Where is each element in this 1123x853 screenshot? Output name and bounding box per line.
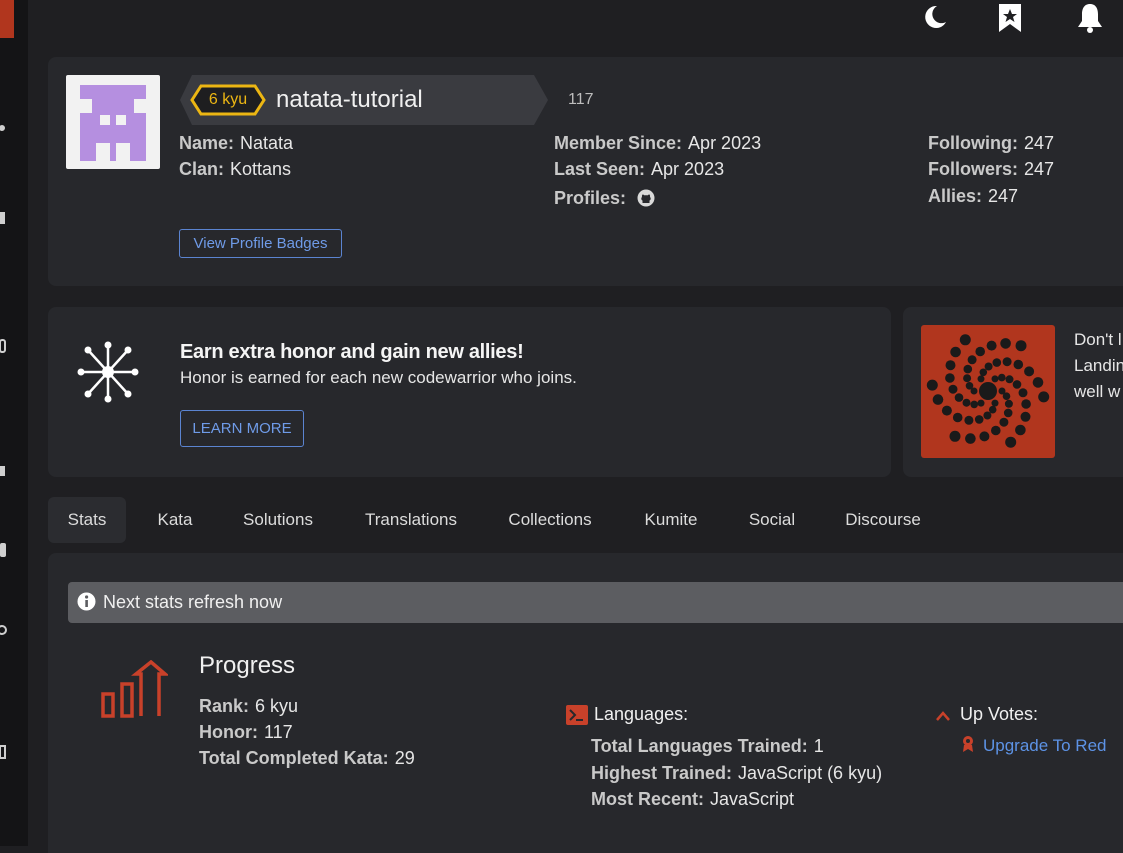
side-promo-logo[interactable] xyxy=(921,325,1055,458)
info-followers: Followers: 247 xyxy=(928,159,1054,180)
view-profile-badges-button[interactable]: View Profile Badges xyxy=(179,229,342,258)
tab-collections[interactable]: Collections xyxy=(494,497,606,543)
sidebar-nav-icon[interactable] xyxy=(0,540,8,560)
tab-solutions[interactable]: Solutions xyxy=(228,497,328,543)
sidebar-nav-icon[interactable] xyxy=(0,118,8,138)
info-label: Member Since: xyxy=(554,133,683,153)
progress-chart-icon xyxy=(100,659,170,725)
promo-title: Earn extra honor and gain new allies! xyxy=(180,341,524,363)
stat-value: JavaScript xyxy=(710,789,795,809)
avatar[interactable] xyxy=(66,75,160,169)
languages-title: Languages: xyxy=(594,704,689,724)
languages-recent: Most Recent: JavaScript xyxy=(591,789,794,810)
sidebar-nav-icon[interactable] xyxy=(0,460,8,480)
info-label: Followers: xyxy=(928,159,1019,179)
stat-value: 6 kyu xyxy=(255,696,299,716)
progress-completed-kata: Total Completed Kata: 29 xyxy=(199,748,415,769)
info-profiles: Profiles: xyxy=(554,186,655,209)
stat-label: Rank: xyxy=(199,696,250,716)
info-name: Name: Natata xyxy=(179,133,293,154)
honor-count: 117 xyxy=(568,91,594,108)
top-toolbar xyxy=(883,0,1123,40)
promo-card xyxy=(48,307,891,477)
languages-highest: Highest Trained: JavaScript (6 kyu) xyxy=(591,763,882,784)
promo-subtitle: Honor is earned for each new codewarrior… xyxy=(180,368,577,387)
side-promo-line: Don't l xyxy=(1074,330,1122,349)
languages-total: Total Languages Trained: 1 xyxy=(591,736,824,757)
info-member-since: Member Since: Apr 2023 xyxy=(554,133,761,154)
info-value: Natata xyxy=(240,133,294,153)
stat-value: 117 xyxy=(263,722,293,742)
terminal-icon xyxy=(566,705,588,730)
tab-kumite[interactable]: Kumite xyxy=(632,497,710,543)
left-sidebar xyxy=(0,0,28,846)
learn-more-button[interactable]: LEARN MORE xyxy=(180,410,304,447)
stat-value: JavaScript (6 kyu) xyxy=(738,763,883,783)
sidebar-nav-icon[interactable] xyxy=(0,620,8,640)
username: natata-tutorial xyxy=(276,86,423,113)
rank-badge-label: 6 kyu xyxy=(208,91,248,108)
progress-rank: Rank: 6 kyu xyxy=(199,696,298,717)
info-label: Clan: xyxy=(179,159,224,179)
tab-stats[interactable]: Stats xyxy=(48,497,126,543)
info-label: Last Seen: xyxy=(554,159,646,179)
info-following: Following: 247 xyxy=(928,133,1054,154)
sidebar-nav-icon[interactable] xyxy=(0,742,8,762)
refresh-notice-text: Next stats refresh now xyxy=(103,592,283,612)
stat-label: Total Completed Kata: xyxy=(199,748,389,768)
info-label: Allies: xyxy=(928,186,983,206)
tab-discourse[interactable]: Discourse xyxy=(834,497,932,543)
info-allies: Allies: 247 xyxy=(928,186,1018,207)
side-promo-line: Landin xyxy=(1074,356,1123,375)
rank-badge: 6 kyu xyxy=(190,84,266,116)
chevron-up-icon xyxy=(936,709,950,727)
info-last-seen: Last Seen: Apr 2023 xyxy=(554,159,724,180)
info-value: 247 xyxy=(1023,133,1055,153)
bookmark-star-icon[interactable] xyxy=(995,2,1025,39)
stat-value: 29 xyxy=(394,748,415,768)
progress-title: Progress xyxy=(199,652,296,679)
bell-icon[interactable] xyxy=(1075,2,1105,39)
sidebar-nav-icon[interactable] xyxy=(0,208,8,228)
info-label: Profiles: xyxy=(554,188,627,208)
side-promo-text: Don't l Landin well w xyxy=(1074,327,1123,405)
stat-label: Total Languages Trained: xyxy=(591,736,808,756)
info-icon xyxy=(77,592,96,616)
upvotes-title: Up Votes: xyxy=(960,704,1039,724)
award-ribbon-icon xyxy=(961,735,975,758)
stat-label: Most Recent: xyxy=(591,789,705,809)
info-label: Following: xyxy=(928,133,1018,153)
network-icon xyxy=(76,340,140,409)
info-value: 247 xyxy=(988,186,1019,206)
codewars-logo-icon[interactable] xyxy=(0,0,14,38)
info-value: Kottans xyxy=(230,159,292,179)
stat-value: 1 xyxy=(813,736,824,756)
stat-label: Highest Trained: xyxy=(591,763,733,783)
tab-social[interactable]: Social xyxy=(738,497,806,543)
stat-label: Honor: xyxy=(199,722,258,742)
sidebar-nav-icon[interactable] xyxy=(0,336,8,356)
info-label: Name: xyxy=(179,133,235,153)
info-clan: Clan: Kottans xyxy=(179,159,291,180)
info-value: Apr 2023 xyxy=(688,133,762,153)
info-value: Apr 2023 xyxy=(651,159,725,179)
github-icon[interactable] xyxy=(637,189,655,211)
tab-translations[interactable]: Translations xyxy=(352,497,470,543)
tab-kata[interactable]: Kata xyxy=(144,497,206,543)
info-value: 247 xyxy=(1024,159,1055,179)
moon-icon[interactable] xyxy=(919,2,949,37)
upgrade-to-red-link[interactable]: Upgrade To Red xyxy=(983,736,1107,756)
progress-honor: Honor: 117 xyxy=(199,722,293,743)
side-promo-line: well w xyxy=(1074,382,1121,401)
